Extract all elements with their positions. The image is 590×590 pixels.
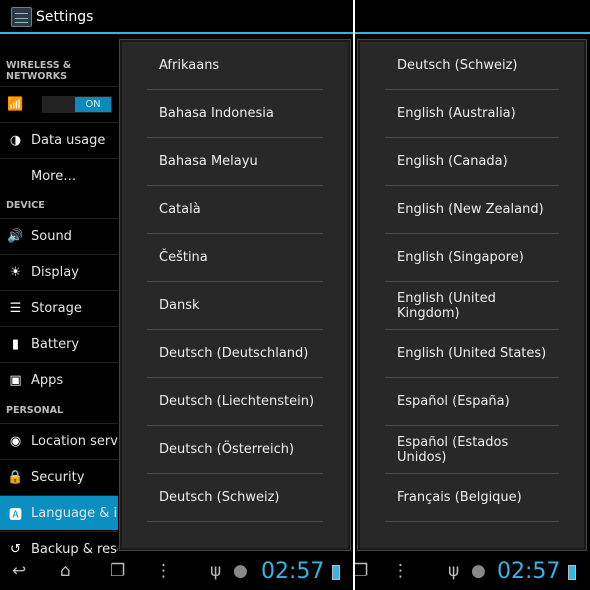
usb-icon: ψ — [448, 561, 460, 581]
recent-apps-icon[interactable]: ❐ — [355, 561, 368, 581]
system-bar: ↩ ⌂ ❐ ⋮ ψ ● 02:57 — [0, 555, 353, 590]
language-option[interactable]: English (United States) — [385, 330, 559, 378]
language-icon: 🅰 — [8, 507, 22, 523]
sidebar-item-language[interactable]: 🅰 Language & input — [0, 495, 118, 530]
sidebar-item-wifi[interactable]: 📶 ON — [0, 86, 118, 121]
lock-icon: 🔒 — [7, 469, 24, 485]
android-icon: ● — [233, 561, 248, 581]
language-option[interactable]: Deutsch (Deutschland) — [147, 330, 323, 378]
language-option[interactable]: Dansk — [147, 282, 323, 330]
sidebar-item-storage[interactable]: ☰ Storage — [0, 290, 118, 325]
label: Sound — [31, 228, 72, 244]
language-option[interactable]: English (United Kingdom) — [385, 282, 559, 330]
storage-icon: ☰ — [9, 300, 22, 316]
header-wireless: WIRELESS & NETWORKS — [6, 60, 72, 82]
language-option[interactable]: Čeština — [147, 234, 323, 282]
menu-icon[interactable]: ⋮ — [392, 561, 409, 581]
usb-icon: ψ — [210, 561, 222, 581]
back-icon[interactable]: ↩ — [12, 561, 26, 581]
action-bar — [355, 0, 590, 34]
label: Battery — [31, 336, 80, 352]
system-bar: ❐ ⋮ ψ ● 02:57 — [355, 555, 590, 590]
data-usage-icon: ◑ — [9, 132, 22, 148]
toggle-label: ON — [75, 97, 111, 112]
android-icon: ● — [471, 561, 486, 581]
sidebar-item-data-usage[interactable]: ◑ Data usage — [0, 122, 118, 157]
clock: 02:57 — [497, 559, 561, 584]
sidebar-item-battery[interactable]: ▮ Battery — [0, 326, 118, 361]
language-option[interactable]: Bahasa Melayu — [147, 138, 323, 186]
header-device: DEVICE — [6, 200, 45, 211]
sidebar-item-apps[interactable]: ▣ Apps — [0, 362, 118, 397]
label: Language & input — [31, 505, 118, 521]
home-icon[interactable]: ⌂ — [60, 561, 71, 581]
language-picker-dialog: Deutsch (Schweiz) English (Australia) Engl… — [358, 40, 586, 550]
battery-icon: ▮ — [11, 336, 20, 352]
language-option[interactable]: Deutsch (Österreich) — [147, 426, 323, 474]
sound-icon: 🔊 — [7, 228, 24, 244]
language-option[interactable]: English (Singapore) — [385, 234, 559, 282]
settings-sidebar: WIRELESS & NETWORKS 📶 ON ◑ Data usage More… — [0, 36, 118, 557]
clock: 02:57 — [261, 559, 325, 584]
language-option[interactable]: Català — [147, 186, 323, 234]
label: Apps — [31, 372, 64, 388]
wifi-icon: 📶 — [7, 96, 24, 112]
page-title: Settings — [36, 9, 94, 25]
sidebar-item-more[interactable]: More… — [0, 158, 118, 193]
apps-icon: ▣ — [9, 372, 22, 388]
language-option[interactable]: Français (Belgique) — [385, 474, 559, 522]
label: Storage — [31, 300, 82, 316]
action-bar: Settings — [0, 0, 353, 34]
language-option[interactable]: English (Australia) — [385, 90, 559, 138]
display-icon: ☀ — [9, 264, 22, 280]
language-option[interactable]: Deutsch (Schweiz) — [147, 474, 323, 522]
language-option[interactable]: English (Canada) — [385, 138, 559, 186]
label: Security — [31, 469, 85, 485]
sidebar-item-location[interactable]: ◉ Location services — [0, 423, 118, 458]
header-personal: PERSONAL — [6, 405, 64, 416]
language-option[interactable]: Bahasa Indonesia — [147, 90, 323, 138]
language-option[interactable]: Español (Estados Unidos) — [385, 426, 559, 474]
language-option[interactable]: Deutsch (Liechtenstein) — [147, 378, 323, 426]
sidebar-item-security[interactable]: 🔒 Security — [0, 459, 118, 494]
language-option[interactable]: Español (España) — [385, 378, 559, 426]
language-picker-dialog: Afrikaans Bahasa Indonesia Bahasa Melayu Ca… — [120, 40, 350, 550]
battery-charging-icon — [332, 565, 340, 580]
sidebar-item-display[interactable]: ☀ Display — [0, 254, 118, 289]
sidebar-item-sound[interactable]: 🔊 Sound — [0, 218, 118, 253]
right-screenshot: Deutsch (Schweiz) English (Australia) Engl… — [355, 0, 590, 590]
language-option[interactable]: Afrikaans — [147, 42, 323, 90]
wifi-toggle[interactable]: ON — [42, 96, 112, 113]
label: Display — [31, 264, 79, 280]
recent-apps-icon[interactable]: ❐ — [110, 561, 125, 581]
language-option[interactable]: English (New Zealand) — [385, 186, 559, 234]
location-icon: ◉ — [9, 433, 22, 449]
label: Data usage — [31, 132, 106, 148]
left-screenshot: Settings WIRELESS & NETWORKS 📶 ON ◑ Data u… — [0, 0, 353, 590]
battery-charging-icon — [568, 565, 576, 580]
language-option[interactable]: Deutsch (Schweiz) — [385, 42, 559, 90]
menu-icon[interactable]: ⋮ — [155, 561, 172, 581]
label: More… — [31, 168, 77, 184]
settings-app-icon[interactable] — [11, 7, 32, 27]
label: Location services — [31, 433, 118, 449]
